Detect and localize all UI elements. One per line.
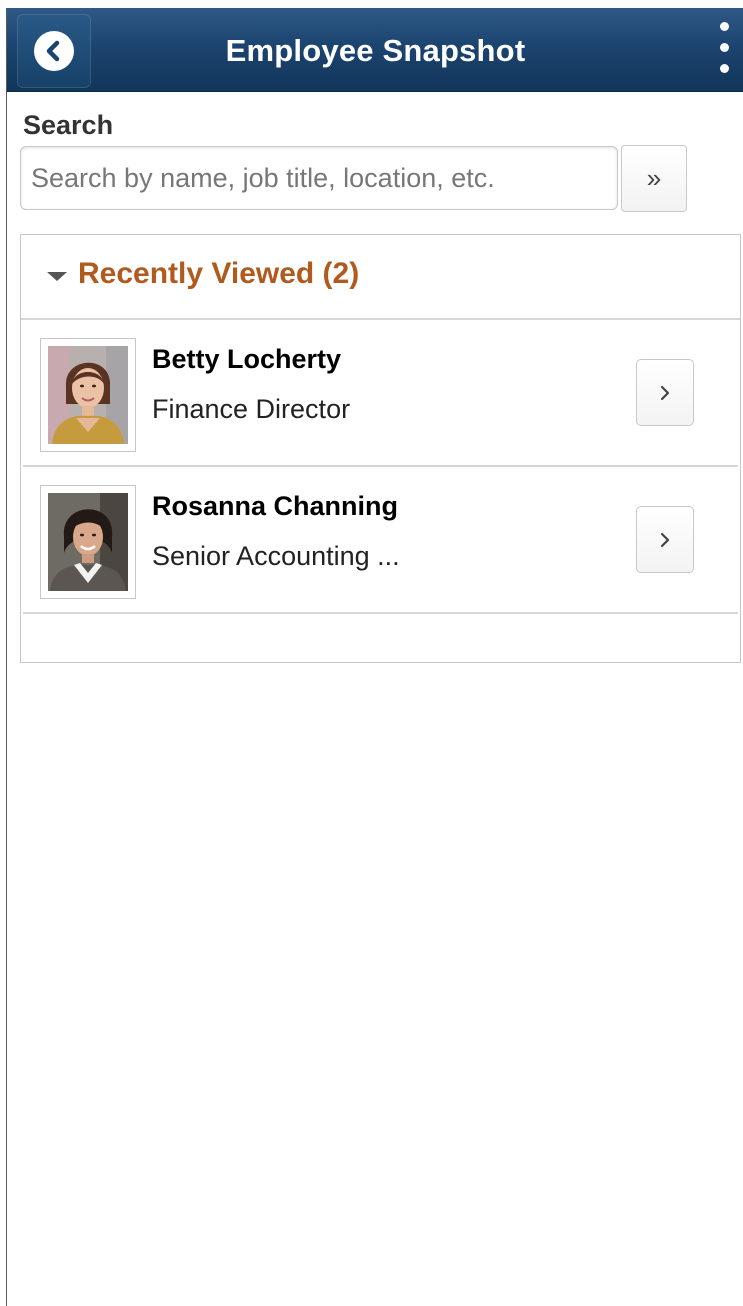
woman-portrait-icon <box>48 346 128 444</box>
actions-menu-button[interactable] <box>712 22 736 82</box>
employee-job-title: Senior Accounting ... <box>152 541 400 571</box>
view-employee-button[interactable] <box>636 506 694 573</box>
search-go-button[interactable]: » <box>621 145 687 212</box>
title-bar: Employee Snapshot <box>7 8 743 92</box>
app-frame: Employee Snapshot Search » Recently View… <box>6 8 743 1306</box>
employee-job-title: Finance Director <box>152 394 351 424</box>
collapse-caret-icon <box>47 272 67 281</box>
recently-viewed-panel: Recently Viewed (2) Betty Locherty Finan… <box>20 234 741 663</box>
employee-row[interactable]: Rosanna Channing Senior Accounting ... <box>23 467 738 614</box>
search-label: Search <box>23 110 114 140</box>
search-input[interactable] <box>20 146 618 210</box>
employee-photo <box>40 485 136 599</box>
employee-photo <box>40 338 136 452</box>
view-employee-button[interactable] <box>636 359 694 426</box>
employee-row[interactable]: Betty Locherty Finance Director <box>23 320 738 467</box>
chevron-right-icon <box>660 385 670 400</box>
employee-name: Betty Locherty <box>152 344 342 374</box>
recently-viewed-title: Recently Viewed (2) <box>78 257 360 290</box>
woman-portrait-icon <box>48 493 128 591</box>
page-title: Employee Snapshot <box>225 33 526 68</box>
employee-name: Rosanna Channing <box>152 491 399 521</box>
recently-viewed-header[interactable]: Recently Viewed (2) <box>21 235 740 320</box>
chevron-right-icon <box>660 532 670 547</box>
